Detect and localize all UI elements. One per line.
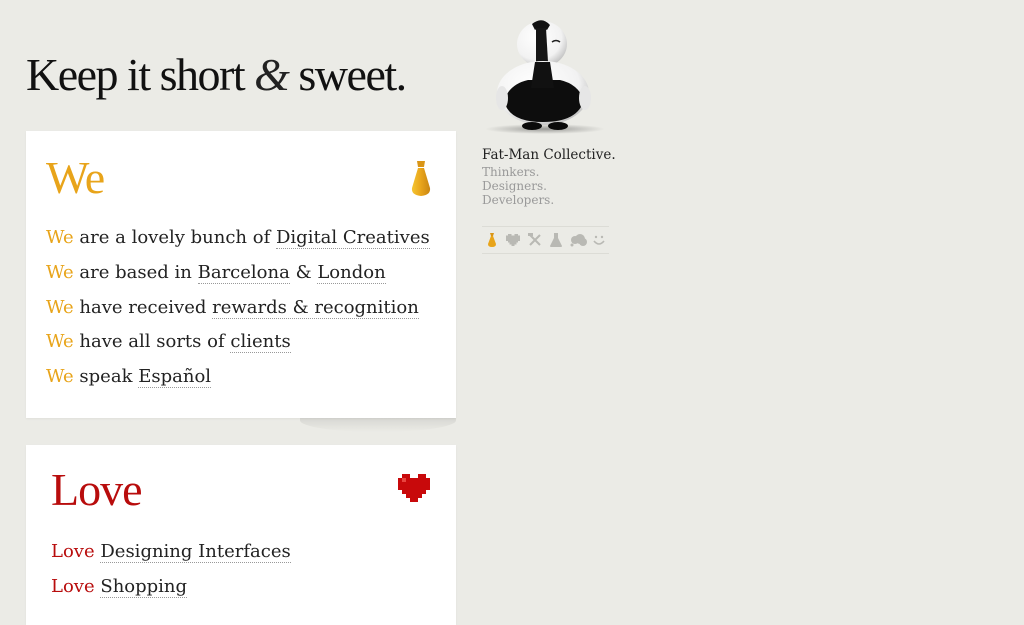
- thought-cloud-icon[interactable]: [568, 232, 588, 248]
- link-shopping[interactable]: Shopping: [100, 575, 188, 598]
- tie-icon[interactable]: [482, 232, 502, 248]
- love-list: Love Designing Interfaces Love Shopping: [51, 540, 291, 610]
- list-keyword: We: [46, 366, 74, 388]
- collective-role-designers: Designers.: [482, 179, 547, 193]
- list-text: are a lovely bunch of: [79, 227, 271, 248]
- list-item: Love Designing Interfaces: [51, 540, 291, 575]
- headline-part2: sweet.: [298, 49, 407, 100]
- tie-icon: [409, 160, 433, 202]
- list-text: are based in: [79, 261, 192, 283]
- link-designing-interfaces[interactable]: Designing Interfaces: [100, 541, 291, 563]
- link-london[interactable]: London: [317, 261, 386, 284]
- section-icon-nav: [482, 226, 609, 254]
- list-keyword: Love: [51, 575, 95, 597]
- list-item: We are a lovely bunch of Digital Creativ…: [46, 226, 430, 261]
- headline-part1: Keep it short: [26, 49, 246, 100]
- list-item: We have all sorts of clients: [46, 330, 430, 365]
- list-keyword: Love: [51, 541, 95, 562]
- list-keyword: We: [46, 296, 74, 318]
- love-card-title: Love: [51, 464, 143, 515]
- card-shadow: [300, 418, 456, 432]
- link-digital-creatives[interactable]: Digital Creatives: [275, 227, 430, 249]
- list-item: Love Shopping: [51, 575, 291, 610]
- smiley-icon[interactable]: [590, 232, 610, 248]
- list-keyword: We: [46, 331, 74, 353]
- list-item: We have received rewards & recognition: [46, 296, 430, 331]
- collective-role-thinkers: Thinkers.: [482, 165, 540, 179]
- list-item: We are based in Barcelona & London: [46, 261, 430, 296]
- page-headline: Keep it short & sweet.: [26, 48, 407, 101]
- fat-man-mascot-logo: [480, 18, 610, 140]
- collective-info: Fat-Man Collective. Thinkers. Designers.…: [482, 147, 616, 207]
- flask-icon[interactable]: [547, 232, 567, 248]
- link-barcelona[interactable]: Barcelona: [197, 261, 290, 284]
- list-text: have received: [79, 296, 207, 318]
- collective-name: Fat-Man Collective.: [482, 147, 616, 163]
- list-text: have all sorts of: [79, 331, 225, 353]
- link-espanol[interactable]: Español: [138, 366, 212, 389]
- list-item: We speak Español: [46, 365, 430, 400]
- we-card-title: We: [46, 152, 105, 203]
- tools-icon[interactable]: [525, 232, 545, 248]
- collective-role-developers: Developers.: [482, 193, 555, 207]
- heart-icon: [398, 473, 430, 507]
- heart-icon[interactable]: [504, 232, 524, 248]
- list-joiner: &: [295, 261, 312, 283]
- list-keyword: We: [46, 261, 74, 283]
- we-card: We We are a lovely bunch of Digital Crea…: [26, 131, 456, 418]
- link-clients[interactable]: clients: [230, 331, 291, 354]
- headline-ampersand: &: [254, 49, 290, 100]
- list-text: speak: [79, 366, 133, 388]
- we-list: We are a lovely bunch of Digital Creativ…: [46, 226, 430, 400]
- link-rewards-recognition[interactable]: rewards & recognition: [212, 296, 419, 319]
- love-card: Love Love Designing Interfaces Love Shop…: [26, 445, 456, 625]
- list-keyword: We: [46, 227, 74, 248]
